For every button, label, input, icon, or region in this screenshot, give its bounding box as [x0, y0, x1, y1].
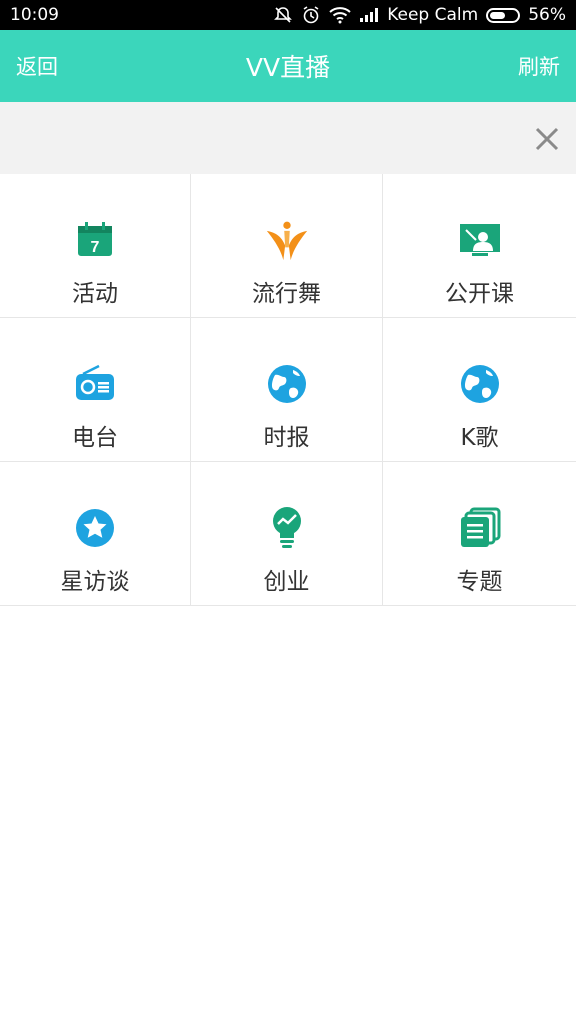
status-bar: 10:09 Keep Calm 56%: [0, 0, 576, 30]
category-grid: 7 活动 流行舞 公开课 电台 时报 K歌 星访谈 创业 专题: [0, 174, 576, 606]
grid-item-label: 电台: [72, 425, 118, 451]
grid-item-label: 公开课: [445, 281, 514, 307]
grid-item-star-interview[interactable]: 星访谈: [0, 462, 191, 606]
page-title: VV直播: [245, 53, 331, 82]
battery-percent: 56%: [528, 5, 566, 25]
back-button[interactable]: 返回: [16, 51, 58, 81]
grid-item-label: 流行舞: [252, 281, 321, 307]
grid-item-label: 专题: [456, 569, 503, 595]
grid-item-topics[interactable]: 专题: [383, 462, 576, 606]
grid-item-label: 星访谈: [60, 569, 130, 595]
battery-icon: [486, 7, 521, 23]
documents-icon: [458, 506, 502, 550]
grid-item-times[interactable]: 时报: [191, 318, 383, 462]
globe-icon: [458, 362, 502, 406]
signal-icon: [360, 8, 379, 22]
grid-item-radio[interactable]: 电台: [0, 318, 191, 462]
globe-icon: [265, 362, 309, 406]
calendar-icon: 7: [73, 218, 117, 262]
grid-item-label: 创业: [263, 569, 310, 595]
grid-item-activity[interactable]: 7 活动: [0, 174, 191, 318]
star-icon: [73, 506, 117, 550]
close-icon[interactable]: [532, 124, 562, 154]
svg-text:7: 7: [91, 239, 100, 256]
mute-bell-icon: [274, 7, 293, 23]
status-time: 10:09: [10, 5, 59, 25]
status-icons: Keep Calm 56%: [273, 5, 566, 25]
refresh-button[interactable]: 刷新: [518, 51, 560, 81]
battery-fill: [490, 11, 505, 19]
dancer-icon: [265, 218, 309, 262]
notice-bar: [0, 102, 576, 174]
grid-item-label: 活动: [72, 281, 118, 307]
alarm-icon: [303, 6, 319, 24]
grid-item-label: 时报: [263, 425, 310, 451]
radio-icon: [73, 362, 117, 406]
grid-item-open-class[interactable]: 公开课: [383, 174, 576, 318]
app-header: 返回 VV直播 刷新: [0, 30, 576, 102]
grid-item-startup[interactable]: 创业: [191, 462, 383, 606]
grid-item-label: K歌: [460, 425, 499, 451]
grid-item-pop-dance[interactable]: 流行舞: [191, 174, 383, 318]
carrier-name: Keep Calm: [387, 5, 479, 25]
grid-item-karaoke[interactable]: K歌: [383, 318, 576, 462]
classroom-icon: [458, 218, 502, 262]
wifi-icon: [329, 7, 351, 24]
lightbulb-icon: [265, 506, 309, 550]
